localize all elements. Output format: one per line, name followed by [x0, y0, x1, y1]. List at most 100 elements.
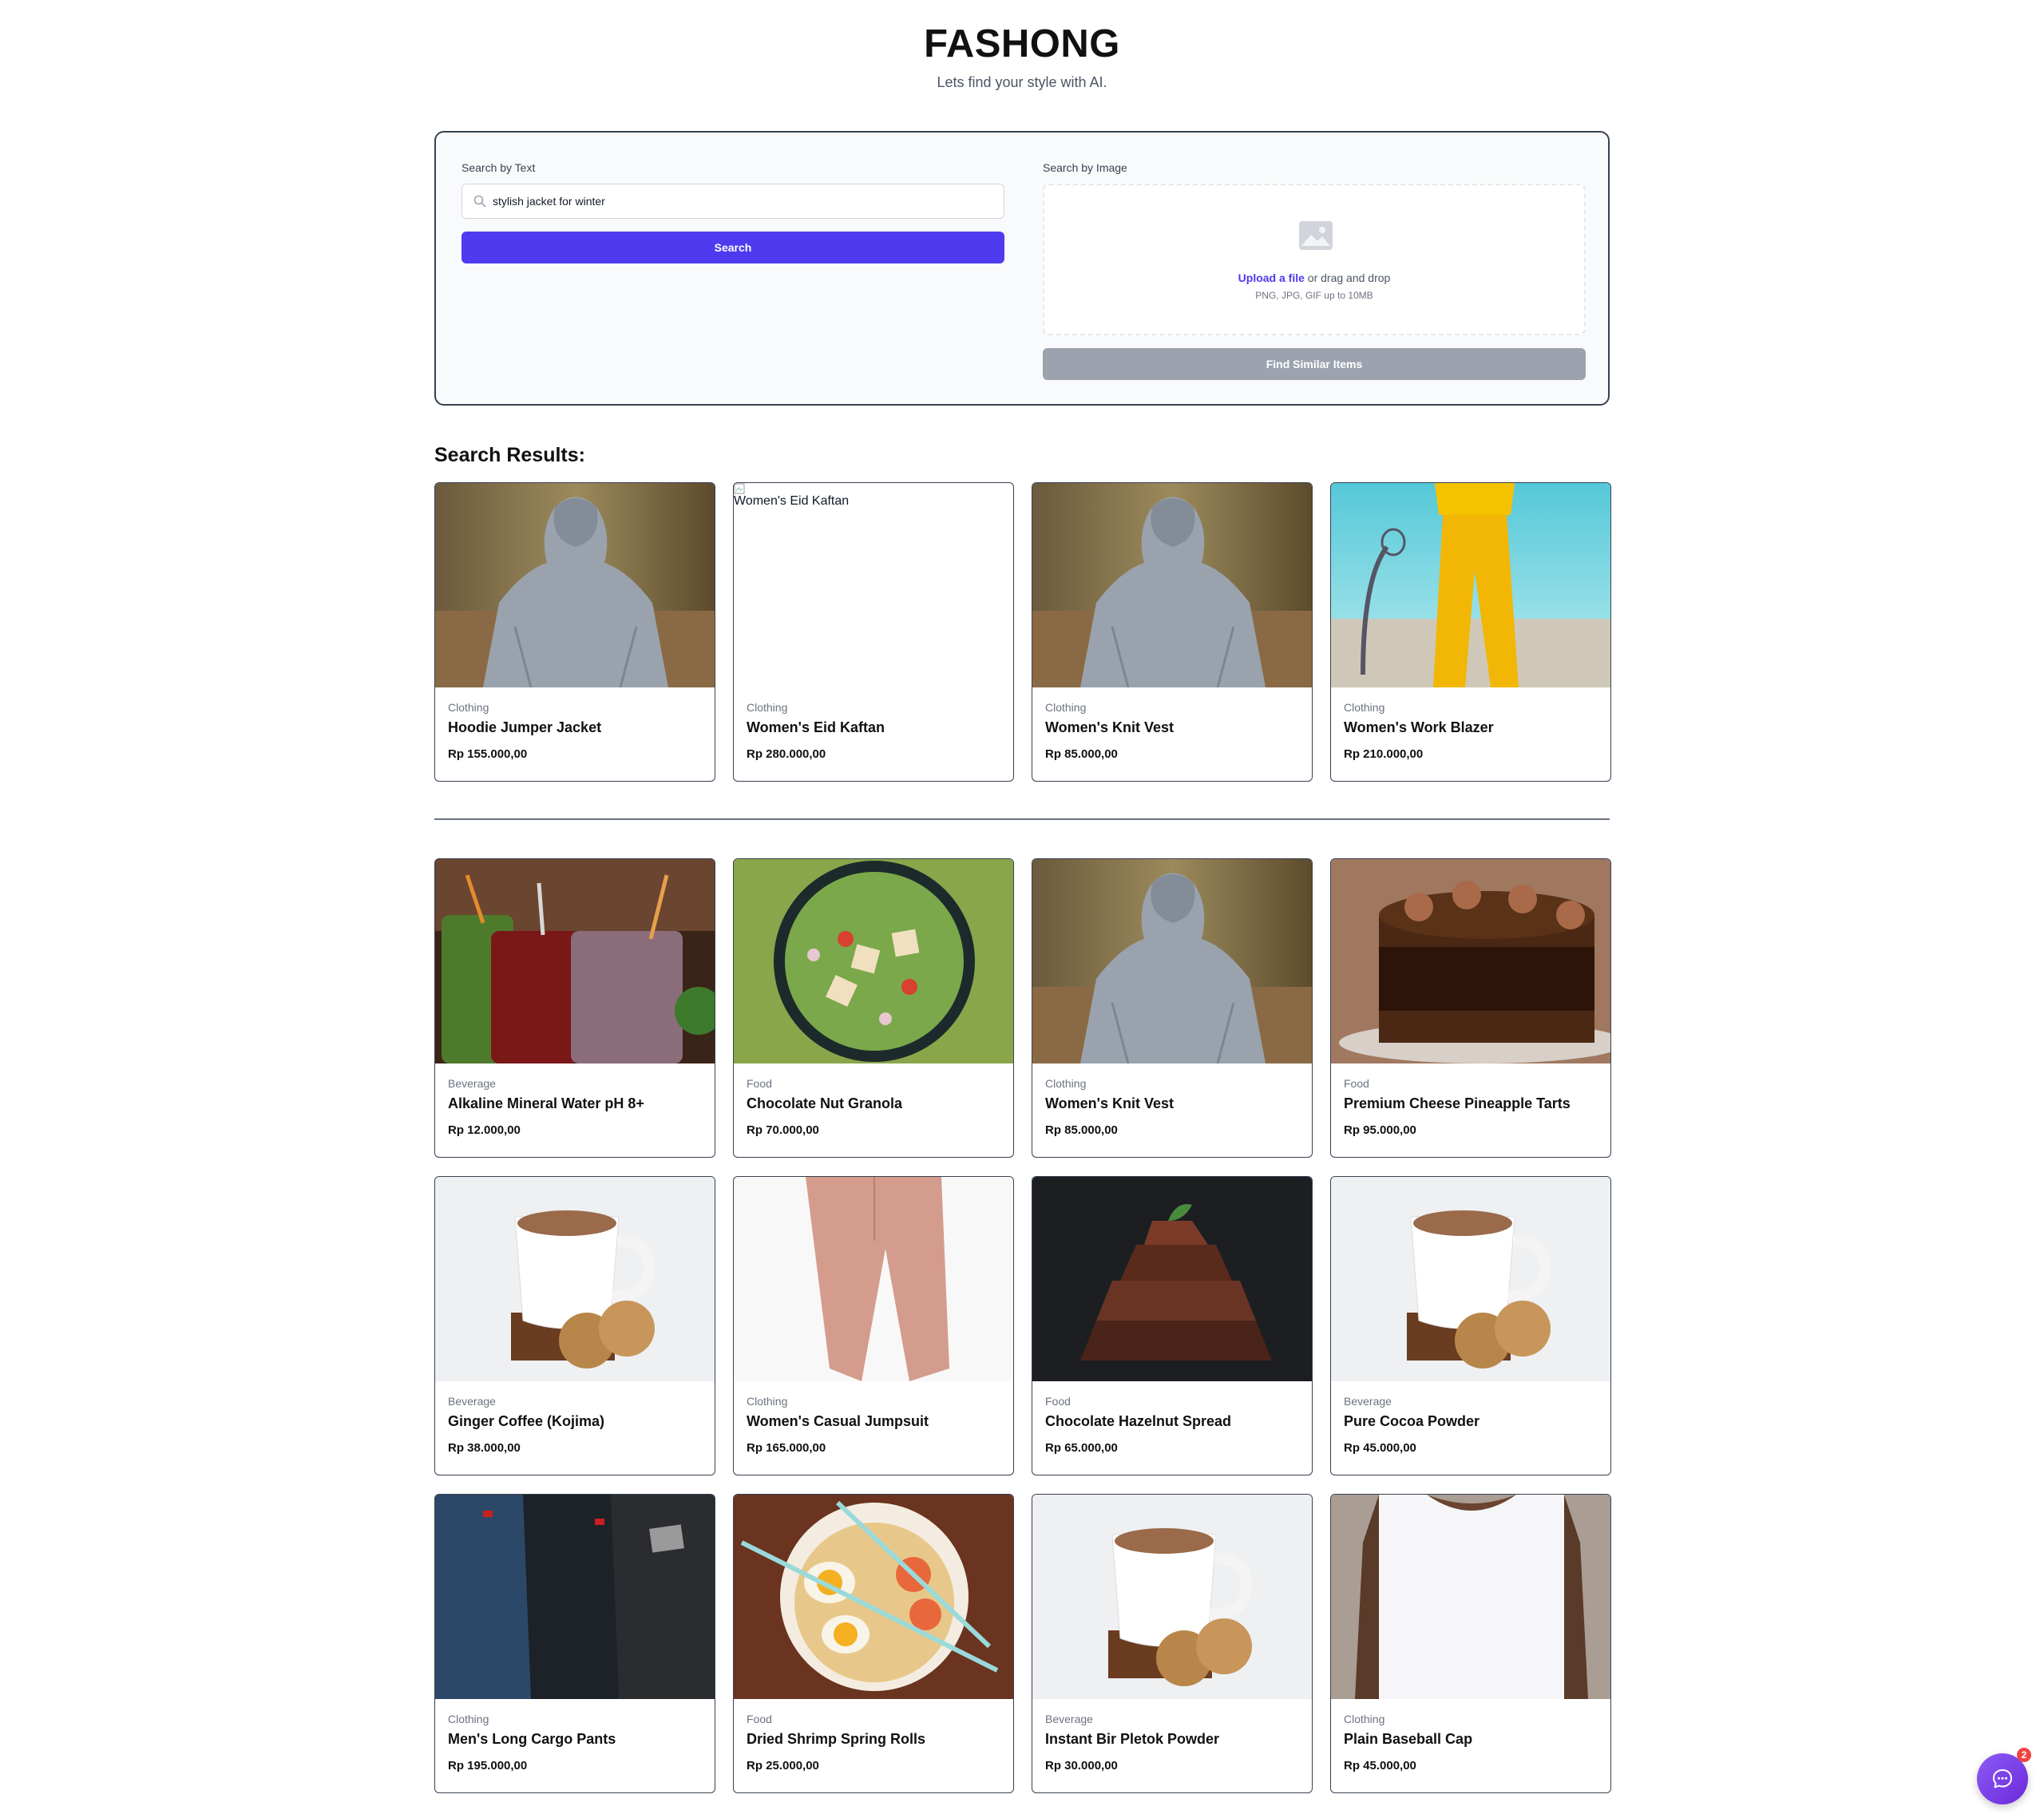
product-name[interactable]: Men's Long Cargo Pants [448, 1731, 616, 1748]
image-placeholder-icon [1298, 220, 1333, 255]
product-card[interactable]: Clothing Women's Work Blazer Rp 210.000,00 [1330, 482, 1611, 782]
upload-hint: PNG, JPG, GIF up to 10MB [1255, 290, 1373, 301]
upload-file-link[interactable]: Upload a file [1238, 271, 1305, 284]
product-card[interactable]: Beverage Instant Bir Pletok Powder Rp 30.0… [1032, 1494, 1313, 1793]
product-price: Rp 45.000,00 [1344, 1441, 1416, 1455]
product-image[interactable] [1032, 1495, 1312, 1699]
product-category: Food [747, 1077, 772, 1090]
product-card[interactable]: Food Premium Cheese Pineapple Tarts Rp 95.… [1330, 858, 1611, 1158]
product-price: Rp 85.000,00 [1045, 747, 1118, 761]
product-card[interactable]: Beverage Pure Cocoa Powder Rp 45.000,00 [1330, 1176, 1611, 1475]
product-category: Clothing [1045, 1077, 1087, 1090]
brand-tagline: Lets find your style with AI. [937, 74, 1107, 90]
product-image[interactable] [435, 483, 715, 687]
product-image[interactable] [734, 859, 1013, 1063]
chat-notification-badge: 2 [2017, 1748, 2031, 1762]
product-price: Rp 30.000,00 [1045, 1759, 1118, 1772]
product-price: Rp 12.000,00 [448, 1123, 521, 1137]
product-category: Beverage [1045, 1713, 1093, 1725]
product-card[interactable]: Clothing Women's Knit Vest Rp 85.000,00 [1032, 482, 1313, 782]
product-price: Rp 70.000,00 [747, 1123, 819, 1137]
search-icon [473, 195, 486, 212]
section-divider [434, 818, 1610, 820]
product-category: Clothing [1344, 701, 1385, 714]
product-image[interactable] [734, 1495, 1013, 1699]
product-image[interactable] [435, 1177, 715, 1381]
product-card[interactable]: Food Chocolate Hazelnut Spread Rp 65.000,0… [1032, 1176, 1313, 1475]
product-image[interactable] [1331, 1495, 1610, 1699]
product-price: Rp 65.000,00 [1045, 1441, 1118, 1455]
product-name[interactable]: Chocolate Nut Granola [747, 1095, 902, 1112]
product-name[interactable]: Hoodie Jumper Jacket [448, 719, 601, 736]
product-name[interactable]: Women's Knit Vest [1045, 719, 1174, 736]
product-price: Rp 210.000,00 [1344, 747, 1424, 761]
broken-image-alt-text: Women's Eid Kaftan [734, 494, 850, 508]
product-price: Rp 38.000,00 [448, 1441, 521, 1455]
product-name[interactable]: Premium Cheese Pineapple Tarts [1344, 1095, 1571, 1112]
product-name[interactable]: Pure Cocoa Powder [1344, 1413, 1480, 1430]
chat-icon [1993, 1769, 2012, 1788]
image-dropzone[interactable]: Upload a file or drag and drop PNG, JPG,… [1043, 184, 1586, 335]
product-name[interactable]: Dried Shrimp Spring Rolls [747, 1731, 925, 1748]
product-image[interactable]: Women's Eid Kaftan [734, 483, 1013, 687]
product-card[interactable]: Beverage Alkaline Mineral Water pH 8+ Rp 1… [434, 858, 715, 1158]
product-price: Rp 95.000,00 [1344, 1123, 1416, 1137]
product-category: Clothing [448, 1713, 489, 1725]
product-name[interactable]: Chocolate Hazelnut Spread [1045, 1413, 1231, 1430]
product-price: Rp 25.000,00 [747, 1759, 819, 1772]
product-card[interactable]: Clothing Men's Long Cargo Pants Rp 195.000… [434, 1494, 715, 1793]
image-search-label: Search by Image [1043, 161, 1127, 174]
page-header: FASHONG Lets find your style with AI. [0, 22, 2044, 91]
product-image[interactable] [1032, 483, 1312, 687]
product-image[interactable] [1331, 1177, 1610, 1381]
upload-drag-text: or drag and drop [1304, 271, 1391, 284]
broken-image-alt: Women's Eid Kaftan [734, 483, 849, 509]
product-card[interactable]: Food Dried Shrimp Spring Rolls Rp 25.000,0… [733, 1494, 1014, 1793]
product-image[interactable] [1331, 483, 1610, 687]
product-category: Food [1045, 1395, 1071, 1408]
product-card[interactable]: Clothing Women's Casual Jumpsuit Rp 165.00… [733, 1176, 1014, 1475]
find-similar-button[interactable]: Find Similar Items [1043, 348, 1586, 380]
product-card[interactable]: Clothing Hoodie Jumper Jacket Rp 155.000,0… [434, 482, 715, 782]
results-title: Search Results: [434, 444, 585, 466]
product-image[interactable] [1331, 859, 1610, 1063]
product-image[interactable] [734, 1177, 1013, 1381]
product-name[interactable]: Women's Eid Kaftan [747, 719, 885, 736]
product-price: Rp 155.000,00 [448, 747, 528, 761]
search-panel: Search by Text Search Search by Image Up… [434, 131, 1610, 406]
product-card[interactable]: Beverage Ginger Coffee (Kojima) Rp 38.000,… [434, 1176, 715, 1475]
product-category: Clothing [747, 701, 788, 714]
product-name[interactable]: Ginger Coffee (Kojima) [448, 1413, 604, 1430]
product-price: Rp 85.000,00 [1045, 1123, 1118, 1137]
product-name[interactable]: Plain Baseball Cap [1344, 1731, 1472, 1748]
product-image[interactable] [435, 1495, 715, 1699]
product-card[interactable]: Women's Eid Kaftan Clothing Women's Eid Ka… [733, 482, 1014, 782]
product-image[interactable] [1032, 859, 1312, 1063]
product-category: Beverage [448, 1077, 496, 1090]
search-button[interactable]: Search [461, 232, 1004, 263]
product-card[interactable]: Clothing Women's Knit Vest Rp 85.000,00 [1032, 858, 1313, 1158]
text-search-label: Search by Text [461, 161, 536, 174]
product-price: Rp 195.000,00 [448, 1759, 528, 1772]
product-category: Food [747, 1713, 772, 1725]
product-card[interactable]: Clothing Plain Baseball Cap Rp 45.000,00 [1330, 1494, 1611, 1793]
product-image[interactable] [1032, 1177, 1312, 1381]
product-category: Clothing [448, 701, 489, 714]
product-category: Clothing [1344, 1713, 1385, 1725]
product-image[interactable] [435, 859, 715, 1063]
product-name[interactable]: Women's Work Blazer [1344, 719, 1494, 736]
product-card[interactable]: Food Chocolate Nut Granola Rp 70.000,00 [733, 858, 1014, 1158]
product-name[interactable]: Women's Casual Jumpsuit [747, 1413, 929, 1430]
product-category: Clothing [747, 1395, 788, 1408]
text-search-field[interactable] [461, 184, 1004, 219]
product-price: Rp 280.000,00 [747, 747, 826, 761]
brand-title: FASHONG [924, 22, 1120, 65]
product-category: Food [1344, 1077, 1369, 1090]
product-category: Beverage [1344, 1395, 1392, 1408]
product-category: Clothing [1045, 701, 1087, 714]
product-name[interactable]: Alkaline Mineral Water pH 8+ [448, 1095, 644, 1112]
text-search-input[interactable] [493, 184, 996, 218]
product-name[interactable]: Women's Knit Vest [1045, 1095, 1174, 1112]
product-category: Beverage [448, 1395, 496, 1408]
product-name[interactable]: Instant Bir Pletok Powder [1045, 1731, 1219, 1748]
